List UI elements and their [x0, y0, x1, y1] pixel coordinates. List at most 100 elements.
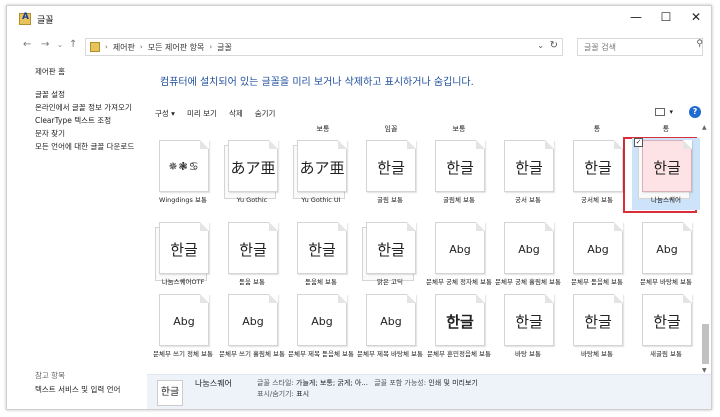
font-sample-text: 한글	[515, 159, 543, 177]
font-preview-page: ✵❃♋	[159, 140, 209, 192]
font-sample-text: 한글	[584, 159, 612, 177]
vertical-scrollbar[interactable]: ▲ ▼	[701, 124, 710, 374]
recent-chevron-down-icon[interactable]: ⌄	[57, 41, 63, 49]
font-preview-page: Abg	[228, 294, 278, 346]
delete-button[interactable]: 삭제	[229, 108, 243, 119]
font-name-label: 문체부 제목 바탕체 보통	[357, 350, 423, 358]
font-name-label: 궁서체 보통	[581, 196, 613, 204]
font-name-label: 돋움체 보통	[305, 278, 337, 286]
style-value: 가늘게; 보통; 굵게; 아...	[296, 379, 368, 387]
font-name-label: 문체부 쓰기 흘림체 보통	[219, 350, 285, 358]
font-tile[interactable]: 한글 돋움 보통	[218, 220, 286, 292]
cleartype-link[interactable]: ClearType 텍스트 조정	[35, 116, 145, 126]
font-tile[interactable]: 한글 돋움체 보통	[287, 220, 355, 292]
embed-label: 글꼴 포함 가능성:	[374, 379, 427, 387]
font-tile[interactable]: 한글 굴림 보통	[356, 138, 424, 210]
minimize-button[interactable]: —	[621, 6, 651, 28]
maximize-button[interactable]: ☐	[651, 6, 681, 28]
font-name-label: 문체부 돋음체 보통	[571, 278, 623, 286]
breadcrumb-separator-icon[interactable]: ›	[105, 43, 108, 51]
font-tile[interactable]: Abg 문체부 돋음체 보통	[563, 220, 631, 292]
font-sample-text: 한글	[170, 241, 198, 259]
font-tile[interactable]: Abg 문체부 바탕체 보통	[632, 220, 700, 292]
hide-button[interactable]: 숨기기	[255, 108, 276, 119]
breadcrumb-separator-icon[interactable]: ›	[140, 43, 143, 51]
font-tile[interactable]: あア亜 Yu Gothic UI	[287, 138, 355, 210]
font-name-label: 보통	[316, 125, 330, 133]
font-tile[interactable]: 한글 ✓ 나눔스퀘어	[632, 138, 700, 210]
font-preview-page: あア亜	[293, 140, 347, 199]
close-button[interactable]: ✕	[681, 6, 711, 28]
font-tile[interactable]: Abg 문체부 제목 돋음체 보통	[287, 292, 355, 364]
font-tile[interactable]: Abg 문체부 쓰기 정체 보통	[149, 292, 217, 364]
font-preview-page: 한글	[435, 294, 485, 346]
font-tile[interactable]: 한글나눔스퀘어OTF	[149, 220, 217, 292]
font-tile[interactable]: Abg 문체부 쓰기 흘림체 보통	[218, 292, 286, 364]
detail-font-name: 나눔스퀘어	[195, 379, 232, 388]
font-preview-page: 한글	[228, 222, 278, 274]
find-character-link[interactable]: 문자 찾기	[35, 129, 145, 139]
breadcrumb-control-panel[interactable]: 제어판	[113, 42, 135, 53]
font-sample-text: 한글	[653, 159, 681, 177]
font-tile[interactable]: 한글궁서체 보통	[563, 138, 631, 210]
font-settings-link[interactable]: 글꼴 설정	[35, 90, 145, 100]
help-icon[interactable]: ?	[689, 106, 701, 118]
font-preview-page: Abg	[297, 294, 347, 346]
font-tile[interactable]: 한글 맑은 고딕	[356, 220, 424, 292]
font-name-label: 나눔스퀘어	[651, 196, 681, 204]
font-tile[interactable]: Abg 문체부 제목 바탕체 보통	[356, 292, 424, 364]
breadcrumb-all-items[interactable]: 모든 제어판 항목	[148, 42, 205, 53]
forward-icon[interactable]: →	[41, 39, 49, 50]
page-heading: 컴퓨터에 설치되어 있는 글꼴을 미리 보거나 삭제하고 표시하거나 숨깁니다.	[160, 77, 474, 88]
address-bar[interactable]: › 제어판 › 모든 제어판 항목 › 글꼴 ⌄ ↻	[85, 38, 563, 56]
window-title: 글꼴	[37, 15, 54, 26]
organize-button[interactable]: 구성 ▾	[155, 108, 175, 119]
up-icon[interactable]: ↑	[69, 39, 77, 50]
font-name-label: 나눔스퀘어OTF	[161, 278, 205, 286]
font-name-label: 문체부 쓰기 정체 보통	[152, 350, 214, 358]
left-pane: 제어판 홈 글꼴 설정 온라인에서 글꼴 정보 가져오기 ClearType 텍…	[35, 62, 145, 407]
font-preview-page: Abg	[642, 222, 692, 274]
font-tile[interactable]: Abg 문체부 궁체 흘림체 보통	[494, 220, 562, 292]
font-tile[interactable]: Abg 문체부 궁체 정자체 보통	[425, 220, 493, 292]
download-fonts-link[interactable]: 모든 언어에 대한 글꼴 다운로드	[35, 142, 145, 152]
font-tile[interactable]: 한글 궁서 보통	[494, 138, 562, 210]
show-hide-label: 표시/숨기기:	[257, 390, 294, 398]
font-tile[interactable]: 한글 바탕 보통	[494, 292, 562, 364]
view-chevron-down-icon[interactable]: ▾	[669, 108, 673, 116]
online-font-info-link[interactable]: 온라인에서 글꼴 정보 가져오기	[35, 103, 145, 113]
address-dropdown-icon[interactable]: ⌄	[537, 41, 544, 50]
font-sample-text: Abg	[173, 315, 195, 328]
back-icon[interactable]: ←	[23, 39, 31, 50]
preview-button[interactable]: 미리 보기	[187, 108, 217, 119]
font-sample-text: Abg	[587, 243, 609, 256]
search-input[interactable]	[577, 38, 703, 56]
control-panel-home-link[interactable]: 제어판 홈	[35, 67, 145, 77]
breadcrumb-separator-icon[interactable]: ›	[209, 43, 212, 51]
font-sample-text: 한글	[446, 313, 474, 331]
font-sample-text: 한글	[584, 313, 612, 331]
font-tile[interactable]: 한글 바탕체 보통	[563, 292, 631, 364]
font-sample-text: Abg	[380, 315, 402, 328]
view-options-icon[interactable]	[655, 108, 666, 116]
font-sample-text: Abg	[656, 243, 678, 256]
font-grid: 보통 임꼴 보통 통 통 ✵❃♋ Wingdings 보통 あア亜 Yu Gothic あア亜 Y…	[149, 124, 701, 374]
refresh-icon[interactable]: ↻	[550, 40, 558, 51]
font-tile[interactable]: 한글 굴림체 보통	[425, 138, 493, 210]
font-tile[interactable]: 한글 새굴림 보통	[632, 292, 700, 364]
scroll-thumb[interactable]	[702, 324, 709, 364]
select-checkbox[interactable]: ✓	[634, 138, 643, 147]
text-services-link[interactable]: 텍스트 서비스 및 입력 언어	[35, 384, 120, 395]
breadcrumb-fonts[interactable]: 글꼴	[217, 42, 232, 53]
font-tile[interactable]: 한글 문체부 훈민정음체 보통	[425, 292, 493, 364]
font-tile[interactable]: あア亜 Yu Gothic	[218, 138, 286, 210]
fonts-folder-icon	[19, 12, 31, 25]
font-name-label: 문체부 궁체 정자체 보통	[426, 278, 492, 286]
scroll-up-icon[interactable]: ▲	[702, 124, 707, 131]
detail-font-thumbnail: 한글	[157, 380, 183, 406]
fonts-window: 글꼴 — ☐ ✕ ← → ⌄ ↑ › 제어판 › 모든 제어판 항목 › 글꼴 …	[6, 5, 712, 410]
scroll-down-icon[interactable]: ▼	[702, 367, 707, 374]
font-tile[interactable]: ✵❃♋ Wingdings 보통	[149, 138, 217, 210]
font-preview-page: Abg	[159, 294, 209, 346]
font-name-label: 굴림 보통	[377, 196, 403, 204]
